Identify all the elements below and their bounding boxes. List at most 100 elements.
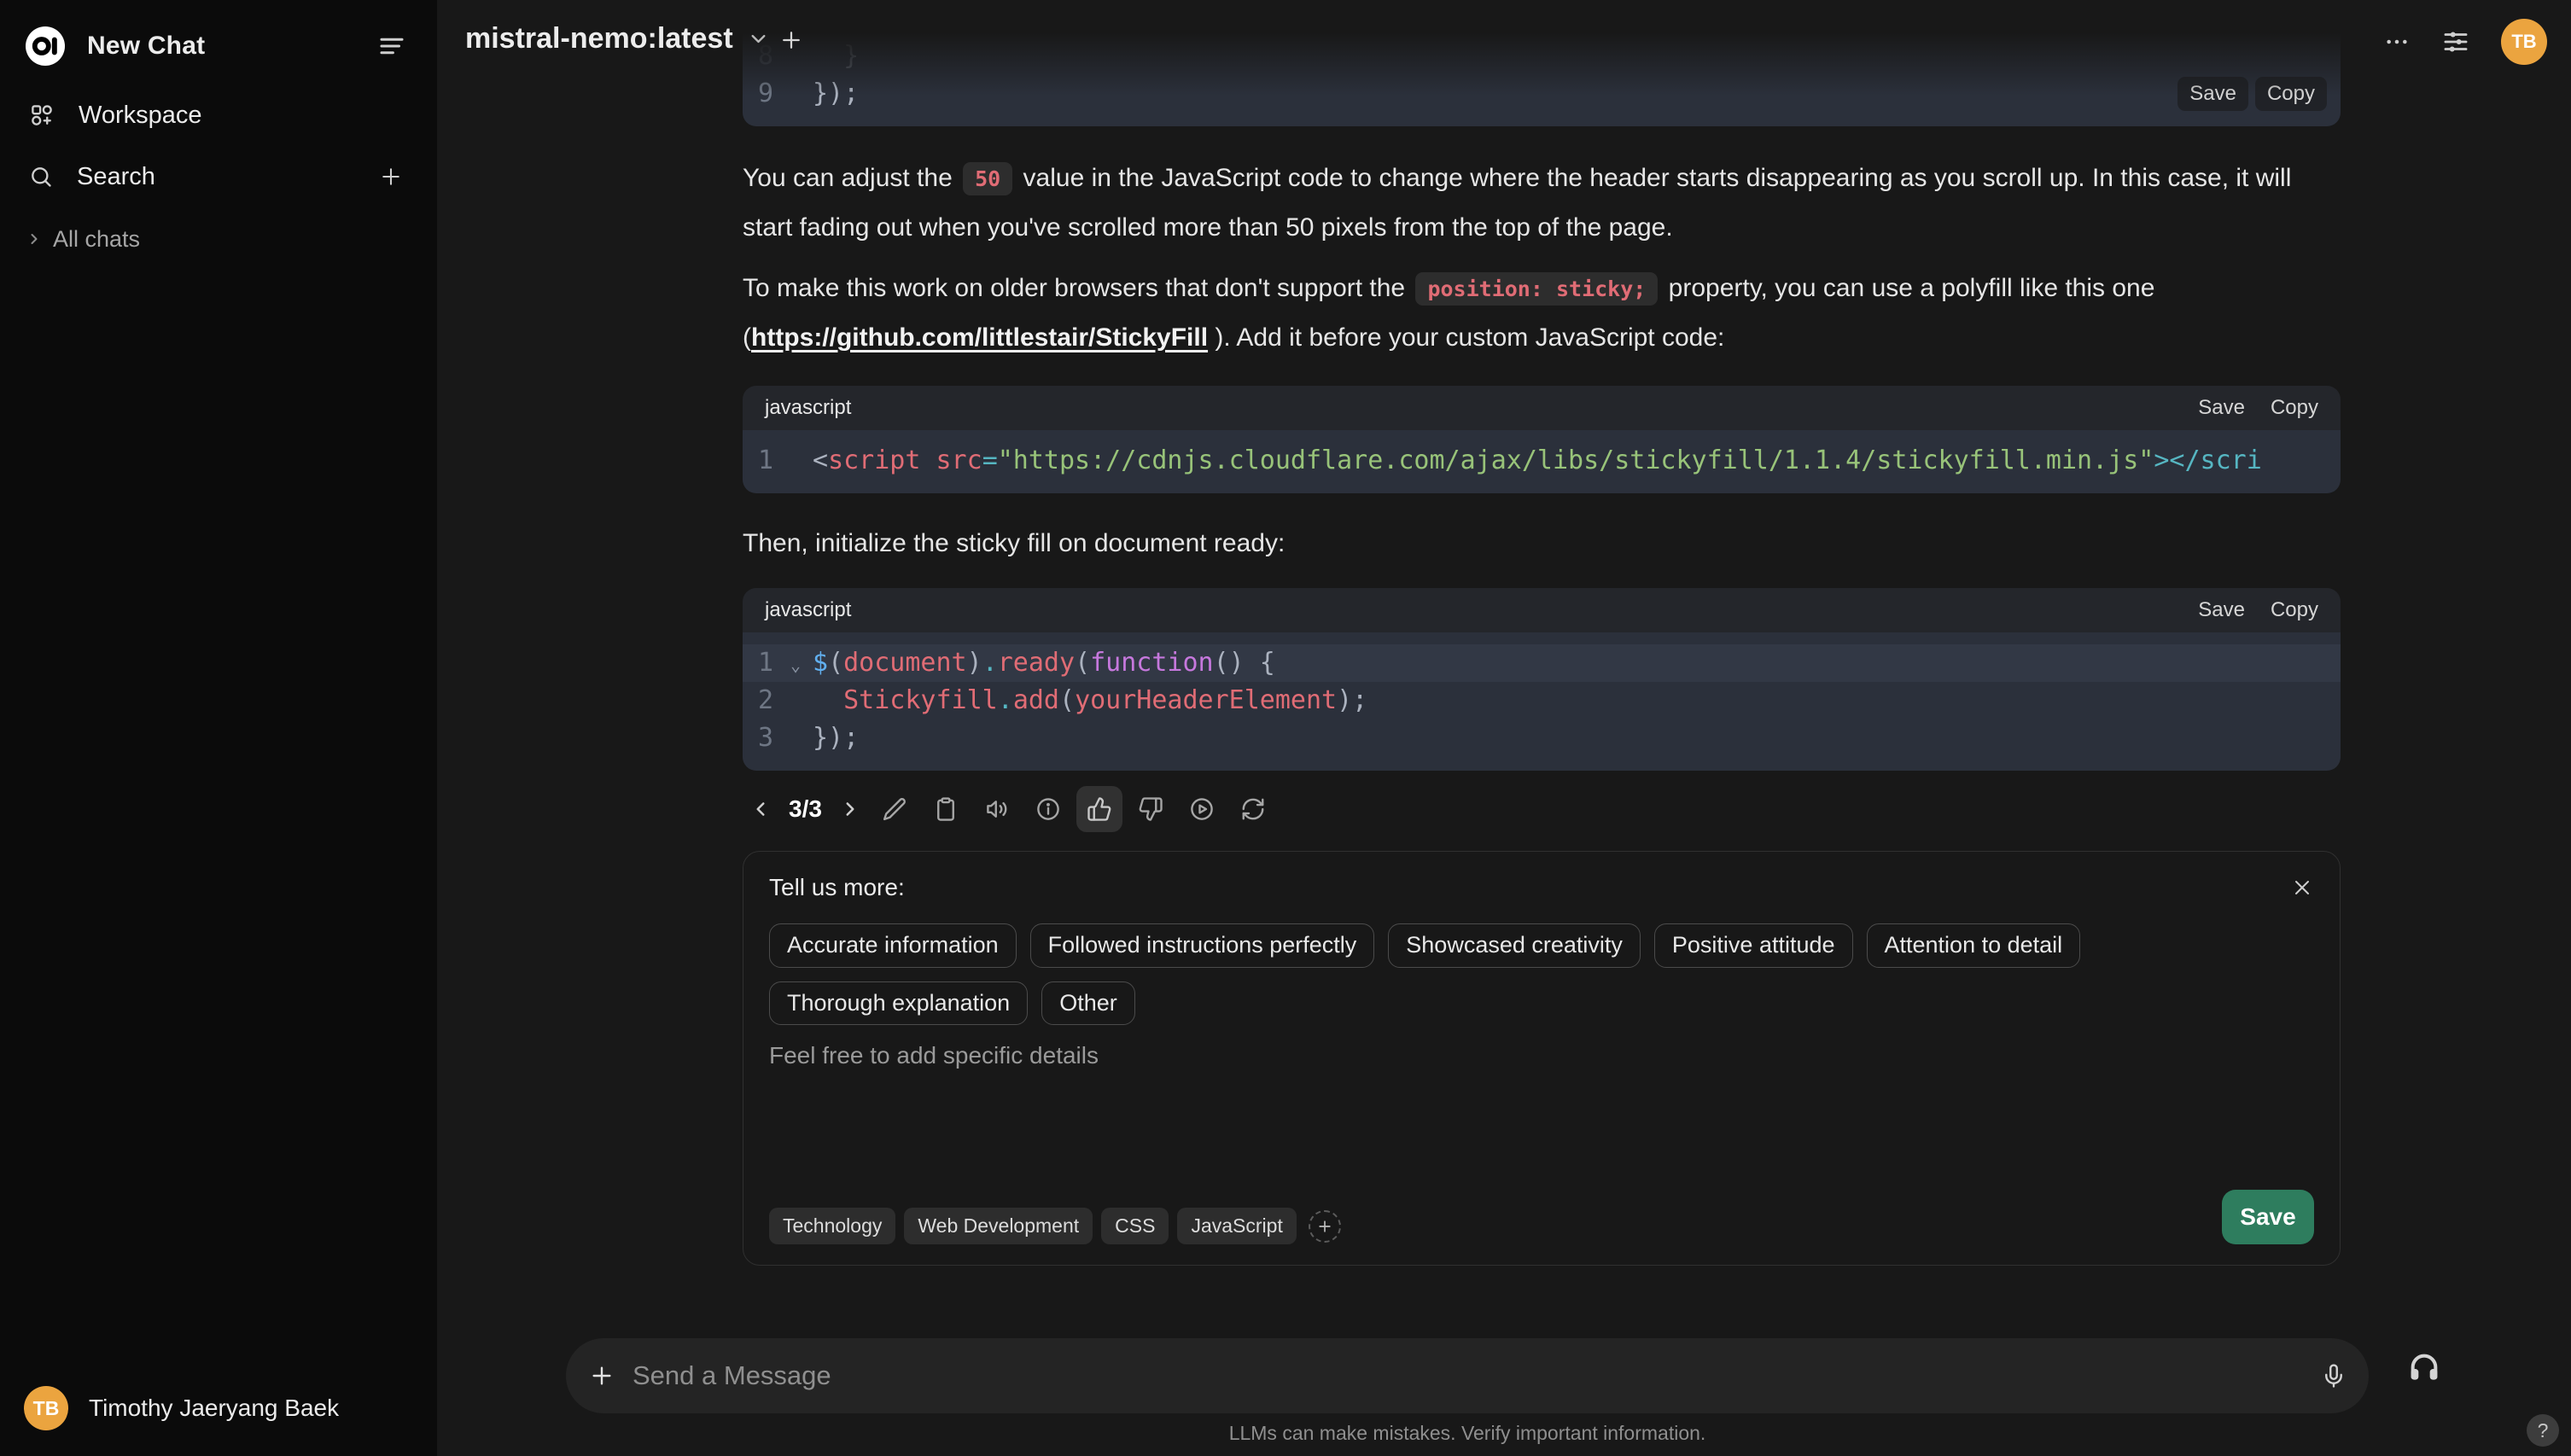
close-icon (2295, 881, 2309, 894)
tag-pill[interactable]: Technology (769, 1208, 896, 1244)
code-copy-button[interactable]: Copy (2271, 598, 2318, 622)
clipboard-icon (937, 797, 954, 821)
sidebar-toggle-icon (380, 38, 404, 55)
message-paragraph: To make this work on older browsers that… (743, 264, 2341, 362)
pencil-icon (883, 798, 906, 821)
feedback-details-input[interactable] (769, 1042, 2314, 1190)
good-response-button[interactable] (1076, 786, 1122, 832)
feedback-reason-chip[interactable]: Showcased creativity (1388, 923, 1641, 968)
user-avatar: TB (24, 1386, 68, 1430)
profile-avatar[interactable]: TB (2501, 19, 2547, 65)
ellipsis-icon (2387, 39, 2407, 44)
code-line: 2 Stickyfill.add(yourHeaderElement); (758, 685, 1368, 715)
message-actions: 3/3 (744, 786, 2341, 832)
code-area: 1 <script src="https://cdnjs.cloudflare.c… (743, 430, 2341, 493)
inline-code: position: sticky; (1415, 272, 1659, 306)
new-chat-button[interactable]: New Chat (26, 26, 205, 66)
code-language-label: javascript (765, 598, 852, 621)
code-block-init: javascript Save Copy 1 ⌄ $(document).ready… (743, 588, 2341, 771)
plus-icon (382, 168, 399, 185)
regenerate-button[interactable] (1230, 786, 1276, 832)
sidebar-item-workspace[interactable]: Workspace (29, 97, 403, 133)
microphone-icon (2325, 1364, 2342, 1388)
voice-input-button[interactable] (2321, 1363, 2347, 1389)
play-circle-icon (1191, 798, 1213, 820)
chat-main: Save Copy 8 } 9}); You can adjust the 50 … (437, 0, 2571, 1456)
sidebar-header: New Chat (0, 26, 437, 67)
tag-pill[interactable]: JavaScript (1177, 1208, 1297, 1244)
message-text: You can adjust the (743, 164, 960, 192)
feedback-reason-chip[interactable]: Positive attitude (1653, 923, 1853, 968)
feedback-reason-chip[interactable]: Followed instructions perfectly (1029, 923, 1375, 968)
all-chats-label: All chats (53, 225, 141, 252)
disclaimer-text: LLMs can make mistakes. Verify important… (1228, 1422, 1706, 1444)
chevron-down-icon (751, 34, 766, 44)
sidebar-item-label: Workspace (79, 101, 202, 129)
code-line: 1 <script src="https://cdnjs.cloudflare.c… (758, 446, 2262, 475)
feedback-reason-chip[interactable]: Attention to detail (1866, 923, 2081, 968)
feedback-close-button[interactable] (2290, 876, 2314, 900)
feedback-tags: Technology Web Development CSS JavaScript (769, 1208, 1341, 1244)
new-chat-plus-button[interactable] (778, 27, 804, 53)
continue-response-button[interactable] (1179, 786, 1225, 832)
code-save-button[interactable]: Save (2198, 396, 2245, 420)
message-input[interactable] (633, 1360, 2321, 1391)
edit-button[interactable] (872, 786, 918, 832)
stickyfill-link[interactable]: https://github.com/littlestair/StickyFil… (751, 323, 1208, 352)
chevron-right-icon (846, 802, 854, 816)
sidebar: New Chat Workspace Search All chats TB T… (0, 0, 437, 1456)
prev-message-button[interactable] (744, 793, 777, 825)
feedback-panel: Tell us more: Accurate information Follow… (743, 851, 2341, 1266)
headphones-icon (2411, 1354, 2438, 1380)
thumbs-down-icon (1139, 797, 1163, 821)
inline-code: 50 (963, 162, 1013, 195)
sidebar-item-search[interactable]: Search (29, 159, 403, 195)
code-copy-button[interactable]: Copy (2271, 396, 2318, 420)
code-block-header: javascript Save Copy (743, 386, 2341, 430)
plus-icon (592, 1366, 611, 1385)
refresh-icon (1242, 798, 1264, 820)
user-menu-button[interactable]: TB Timothy Jaeryang Baek (24, 1386, 339, 1430)
feedback-reason-chip[interactable]: Thorough explanation (769, 981, 1029, 1026)
bad-response-button[interactable] (1128, 786, 1174, 832)
save-feedback-button[interactable]: Save (2222, 1190, 2314, 1244)
chevron-left-icon (756, 802, 765, 816)
new-chat-label: New Chat (87, 32, 206, 60)
chat-more-button[interactable] (2383, 28, 2411, 55)
tag-pill[interactable]: CSS (1101, 1208, 1169, 1244)
model-selector[interactable]: mistral-nemo:latest (465, 22, 770, 55)
add-tag-button[interactable] (1308, 1209, 1341, 1243)
sidebar-plus-button[interactable] (379, 165, 403, 189)
sidebar-item-all-chats[interactable]: All chats (26, 224, 403, 254)
message-text: ). Add it before your custom JavaScript … (1208, 323, 1725, 352)
code-area: 1 ⌄ $(document).ready(function() {2 Sticky… (743, 632, 2341, 771)
read-aloud-button[interactable] (974, 786, 1020, 832)
chevron-right-icon (26, 230, 43, 248)
plus-icon (1319, 1220, 1331, 1232)
copy-button[interactable] (923, 786, 969, 832)
model-name: mistral-nemo:latest (465, 22, 733, 55)
code-block-polyfill: javascript Save Copy 1 <script src="https… (743, 386, 2341, 493)
feedback-reason-chip[interactable]: Accurate information (769, 923, 1017, 968)
feedback-title: Tell us more: (769, 874, 905, 900)
message-counter: 3/3 (789, 795, 822, 822)
feedback-reason-chip[interactable]: Other (1041, 981, 1135, 1026)
message-text: To make this work on older browsers that… (743, 274, 1413, 302)
chat-controls-button[interactable] (2441, 27, 2470, 56)
app-logo-icon (26, 26, 65, 66)
next-message-button[interactable] (834, 793, 866, 825)
attach-button[interactable] (588, 1362, 615, 1389)
sidebar-toggle-button[interactable] (377, 32, 406, 61)
info-button[interactable] (1025, 786, 1071, 832)
speaker-icon (987, 801, 1007, 818)
feedback-reasons: Accurate information Followed instruction… (769, 923, 2314, 1026)
message-paragraph: You can adjust the 50 value in the JavaS… (743, 154, 2341, 252)
info-icon (1037, 798, 1059, 820)
search-icon (29, 165, 53, 189)
code-save-button[interactable]: Save (2198, 598, 2245, 622)
call-button[interactable] (2407, 1350, 2441, 1384)
tag-pill[interactable]: Web Development (904, 1208, 1093, 1244)
help-button[interactable]: ? (2527, 1414, 2559, 1447)
message-paragraph: Then, initialize the sticky fill on docu… (743, 519, 2341, 568)
message-input-bar (566, 1338, 2369, 1413)
